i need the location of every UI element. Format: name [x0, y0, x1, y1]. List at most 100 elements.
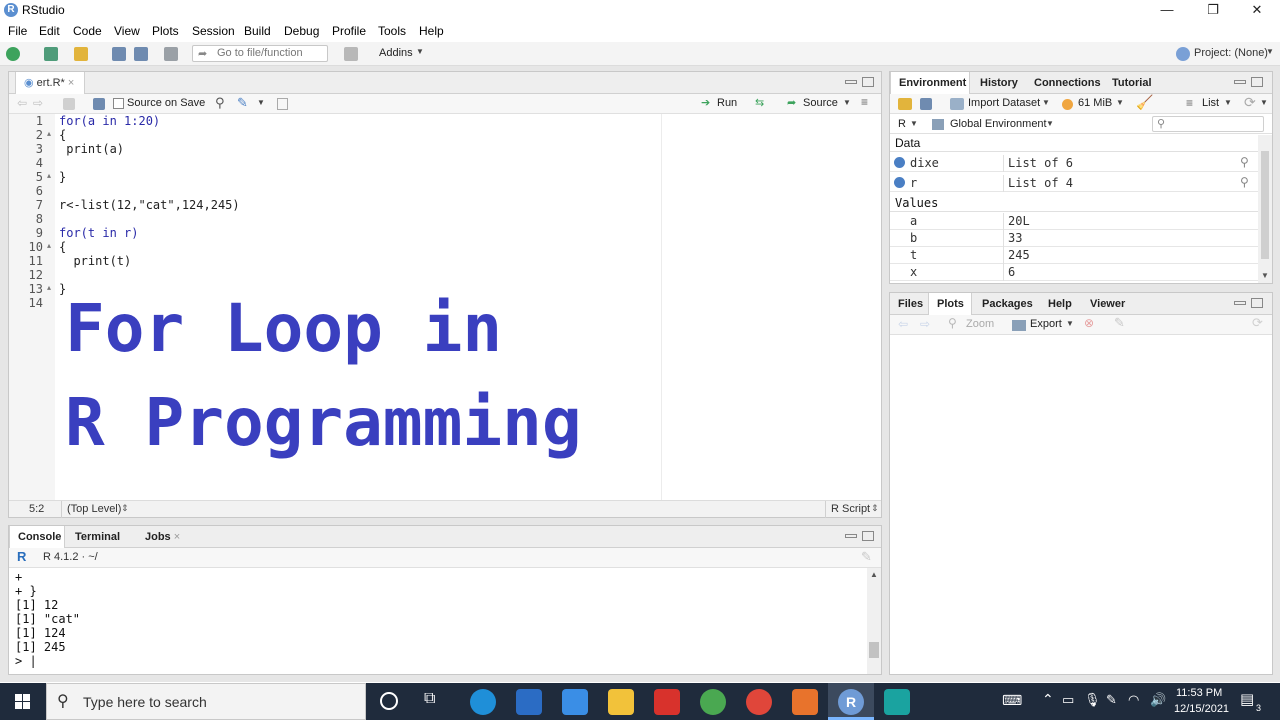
source-on-save-checkbox[interactable] [113, 98, 124, 109]
menu-edit[interactable]: Edit [39, 24, 60, 38]
restore-button[interactable]: ❐ [1190, 0, 1236, 21]
utorrent-icon[interactable] [700, 689, 726, 715]
addins-menu[interactable]: Addins [379, 47, 413, 59]
menu-plots[interactable]: Plots [152, 24, 179, 38]
clock-time[interactable]: 11:53 PM [1176, 687, 1222, 699]
import-dataset-button[interactable]: Import Dataset [968, 97, 1040, 109]
memory-usage[interactable]: 61 MiB [1078, 97, 1112, 109]
menu-help[interactable]: Help [419, 24, 444, 38]
taskbar-search-input[interactable]: ⚲ Type here to search [46, 683, 366, 720]
keyboard-icon[interactable]: ⌨ [1002, 692, 1022, 709]
save-icon[interactable] [112, 47, 126, 61]
edge-icon[interactable] [470, 689, 496, 715]
chrome-icon[interactable] [746, 689, 772, 715]
menu-code[interactable]: Code [73, 24, 102, 38]
meet-now-icon[interactable]: ▭ [1062, 692, 1074, 708]
fold-arrow-icon[interactable]: ▴ [47, 171, 51, 180]
minimize-pane-icon[interactable] [1234, 301, 1246, 305]
clock-date[interactable]: 12/15/2021 [1174, 703, 1229, 715]
save-file-icon[interactable] [93, 98, 105, 110]
tab-viewer[interactable]: Viewer [1082, 293, 1136, 315]
open-file-icon[interactable] [74, 47, 88, 61]
magic-wand-icon[interactable]: ✎ [237, 95, 248, 111]
menu-file[interactable]: File [8, 24, 27, 38]
clear-plots-icon[interactable]: ✎ [1114, 315, 1125, 331]
back-arrow-icon[interactable]: ⇦ [17, 96, 27, 110]
grid-layout-icon[interactable] [344, 47, 358, 61]
fold-arrow-icon[interactable]: ▴ [47, 129, 51, 138]
print-icon[interactable] [164, 47, 178, 61]
store-icon[interactable] [516, 689, 542, 715]
tab-terminal[interactable]: Terminal × [67, 526, 135, 565]
show-in-window-icon[interactable] [63, 98, 75, 110]
new-project-icon[interactable] [44, 47, 58, 61]
language-selector[interactable]: R [898, 118, 906, 130]
search-icon[interactable]: ⚲ [215, 95, 225, 111]
tab-packages[interactable]: Packages [974, 293, 1038, 315]
clear-console-icon[interactable]: ✎ [861, 549, 872, 565]
close-button[interactable]: ✕ [1234, 0, 1280, 21]
file-explorer-icon[interactable] [608, 689, 634, 715]
menu-tools[interactable]: Tools [378, 24, 406, 38]
console-scrollbar[interactable]: ▲ [867, 568, 881, 674]
menu-view[interactable]: View [114, 24, 140, 38]
next-plot-icon[interactable]: ⇨ [920, 317, 930, 331]
tab-console[interactable]: Console [9, 526, 65, 548]
microphone-icon[interactable]: 🎙 [1084, 692, 1101, 708]
close-tab-icon[interactable]: × [68, 77, 74, 89]
new-file-icon[interactable] [6, 47, 20, 61]
tab-tutorial[interactable]: Tutorial [1104, 72, 1162, 94]
rstudio-taskbar-button[interactable]: R [828, 683, 874, 720]
env-row-t[interactable]: t 245 [890, 247, 1258, 264]
view-data-icon[interactable]: ⚲ [1240, 155, 1249, 169]
maximize-pane-icon[interactable] [1251, 298, 1263, 308]
menu-profile[interactable]: Profile [332, 24, 366, 38]
tab-ert-r[interactable]: ◉ ert.R* × [15, 72, 85, 94]
forward-arrow-icon[interactable]: ⇨ [33, 96, 43, 110]
minimize-pane-icon[interactable] [1234, 80, 1246, 84]
close-tab-icon[interactable]: × [174, 531, 180, 543]
fold-arrow-icon[interactable]: ▴ [47, 283, 51, 292]
view-data-icon[interactable]: ⚲ [1240, 175, 1249, 189]
tab-help[interactable]: Help [1040, 293, 1080, 315]
expand-icon[interactable] [894, 177, 905, 188]
save-workspace-icon[interactable] [920, 98, 932, 110]
language-icon[interactable]: ✎ [1106, 692, 1117, 708]
start-button[interactable] [0, 683, 46, 720]
tab-connections[interactable]: Connections [1026, 72, 1102, 94]
list-view-selector[interactable]: List [1202, 97, 1219, 109]
maximize-pane-icon[interactable] [862, 77, 874, 87]
scope-selector[interactable]: (Top Level) [67, 503, 121, 515]
env-row-b[interactable]: b 33 [890, 230, 1258, 247]
notifications-icon[interactable]: ▤ [1240, 690, 1254, 708]
show-hidden-icons[interactable]: ⌃ [1042, 691, 1054, 708]
env-row-dixe[interactable]: dixe List of 6 ⚲ [890, 155, 1258, 172]
source-button[interactable]: Source [803, 97, 838, 109]
wps-icon[interactable] [654, 689, 680, 715]
goto-file-input[interactable]: ➦ Go to file/function [192, 45, 328, 62]
refresh-icon[interactable]: ⟳ [1252, 315, 1263, 331]
console-output[interactable]: + + } [1] 12 [1] "cat" [1] 124 [1] 245 >… [15, 570, 867, 674]
rerun-icon[interactable]: ⇆ [755, 96, 764, 109]
minimize-pane-icon[interactable] [845, 80, 857, 84]
tab-files[interactable]: Files [890, 293, 928, 315]
load-workspace-icon[interactable] [898, 98, 912, 110]
tab-environment[interactable]: Environment [890, 72, 970, 94]
prev-plot-icon[interactable]: ⇦ [898, 317, 908, 331]
matlab-icon[interactable] [792, 689, 818, 715]
tab-jobs[interactable]: Jobs × [137, 526, 193, 548]
scroll-up-icon[interactable]: ▲ [870, 570, 878, 579]
scope-selector[interactable]: Global Environment [950, 118, 1047, 130]
environment-scrollbar[interactable]: ▼ [1258, 135, 1272, 283]
file-type-selector[interactable]: R Script [831, 503, 870, 515]
refresh-icon[interactable]: ⟳ [1244, 94, 1256, 111]
minimize-button[interactable]: — [1144, 0, 1190, 21]
broom-icon[interactable]: 🧹 [1136, 94, 1153, 111]
remove-plot-icon[interactable]: ⊗ [1084, 316, 1094, 330]
menu-build[interactable]: Build [244, 24, 271, 38]
maximize-pane-icon[interactable] [1251, 77, 1263, 87]
mail-icon[interactable] [562, 689, 588, 715]
outline-icon[interactable]: ≡ [861, 95, 868, 109]
scroll-thumb[interactable] [869, 642, 879, 658]
scroll-thumb[interactable] [1261, 151, 1269, 259]
